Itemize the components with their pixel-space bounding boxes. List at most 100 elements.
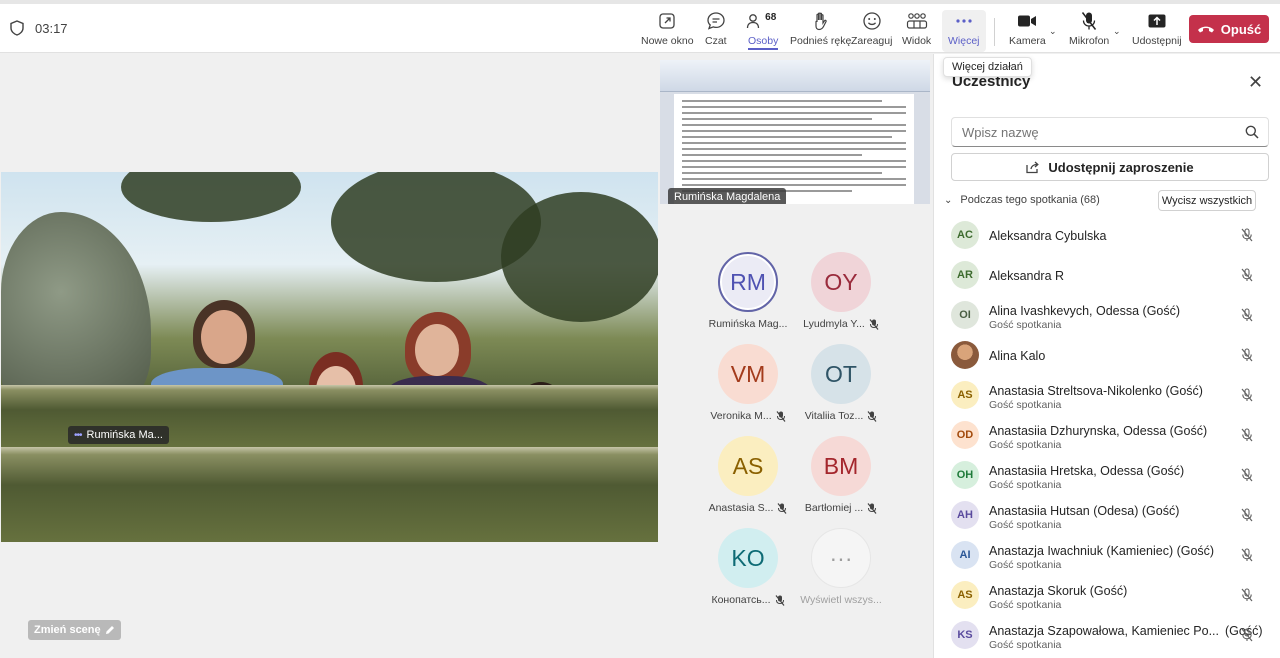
participant-role: Gość spotkania: [989, 559, 1062, 571]
microphone-off-icon: [869, 318, 879, 330]
participant-row[interactable]: Alina Kalo: [951, 336, 1271, 376]
toolbar-divider: [994, 18, 995, 46]
raise-hand-icon: [815, 12, 827, 31]
microphone-off-icon[interactable]: [1240, 508, 1254, 522]
participant-row[interactable]: OH Anastasiia Hretska, Odessa (Gość) Gość …: [951, 456, 1271, 496]
participant-tile[interactable]: OT Vitaliia Toz...: [801, 344, 881, 422]
participant-row[interactable]: AI Anastazja Iwachniuk (Kamieniec) (Gość)…: [951, 536, 1271, 576]
search-icon[interactable]: [1245, 125, 1259, 139]
avatar: OY: [811, 252, 871, 312]
microphone-off-icon[interactable]: [1240, 628, 1254, 642]
microphone-off-icon[interactable]: [1240, 468, 1254, 482]
camera-options-chevron-icon[interactable]: ⌄: [1049, 26, 1057, 37]
view-button[interactable]: Widok: [902, 10, 931, 52]
camera-icon: [1018, 15, 1037, 27]
microphone-off-icon: [1082, 12, 1097, 30]
share-icon: [1148, 14, 1166, 28]
microphone-off-icon: [775, 594, 784, 606]
more-participants-icon: ···: [811, 528, 871, 588]
meeting-timer: 03:17: [35, 21, 68, 36]
meeting-toolbar: 03:17 Nowe okno Czat 68 Osoby Podnieś rę…: [0, 4, 1280, 53]
microphone-off-icon[interactable]: [1240, 348, 1254, 362]
participant-row[interactable]: AS Anastasia Streltsova-Nikolenko (Gość) G…: [951, 376, 1271, 416]
microphone-off-icon[interactable]: [1240, 388, 1254, 402]
microphone-off-icon[interactable]: [1240, 268, 1254, 282]
share-button[interactable]: Udostępnij: [1132, 10, 1182, 52]
participant-row[interactable]: AS Anastazja Skoruk (Gość) Gość spotkania: [951, 576, 1271, 616]
participant-name: Aleksandra Cybulska: [989, 229, 1107, 243]
participant-name: Anastasiia Hretska, Odessa (Gość): [989, 464, 1185, 478]
new-window-button[interactable]: Nowe okno: [641, 10, 694, 52]
microphone-off-icon: [776, 410, 786, 422]
participant-row[interactable]: AR Aleksandra R: [951, 256, 1271, 296]
screen-share-name-label: Rumińska Magdalena: [668, 188, 787, 204]
more-button[interactable]: Więcej: [942, 10, 986, 52]
participant-row[interactable]: KS Anastazja Szapowałowa, Kamieniec Po...…: [951, 616, 1271, 656]
avatar: AC: [951, 221, 979, 249]
participant-tile[interactable]: AS Anastasia S...: [708, 436, 788, 514]
microphone-off-icon: [867, 410, 877, 422]
more-icon: [956, 19, 972, 23]
change-scene-button[interactable]: Zmień scenę: [28, 620, 121, 640]
participant-row[interactable]: AH Anastasiia Hutsan (Odesa) (Gość) Gość s…: [951, 496, 1271, 536]
people-button[interactable]: 68 Osoby: [747, 10, 779, 52]
background-tree: [121, 172, 301, 222]
leave-button[interactable]: Opuść: [1189, 15, 1269, 43]
participant-role: Gość spotkania: [989, 519, 1062, 531]
mute-all-button[interactable]: Wycisz wszystkich: [1158, 190, 1256, 211]
screen-share-preview[interactable]: Rumińska Magdalena: [660, 60, 930, 204]
participant-role: Gość spotkania: [989, 599, 1062, 611]
avatar: AS: [951, 581, 979, 609]
participant-name: Alina Ivashkevych, Odessa (Gość): [989, 304, 1181, 318]
people-icon: [747, 14, 760, 29]
view-icon: [906, 13, 927, 29]
avatar: OI: [951, 301, 979, 329]
react-button[interactable]: Zareaguj: [851, 10, 892, 52]
participant-search-input[interactable]: [951, 117, 1269, 147]
avatar: AR: [951, 261, 979, 289]
main-video-feed[interactable]: ••• Rumińska Ma...: [1, 172, 658, 542]
meeting-section-header[interactable]: ⌄ Podczas tego spotkania (68): [944, 194, 1100, 206]
participant-tile[interactable]: BM Bartłomiej ...: [801, 436, 881, 514]
background-rock: [1, 212, 151, 412]
microphone-button[interactable]: Mikrofon: [1069, 10, 1109, 52]
avatar: AS: [951, 381, 979, 409]
avatar: OT: [811, 344, 871, 404]
microphone-options-chevron-icon[interactable]: ⌄: [1113, 26, 1121, 37]
participant-tile[interactable]: KO Конопатсь...: [708, 528, 788, 606]
chevron-down-icon: ⌄: [944, 194, 953, 206]
participant-name: Anastazja Skoruk (Gość): [989, 584, 1128, 598]
microphone-off-icon[interactable]: [1240, 548, 1254, 562]
view-all-participants-tile[interactable]: ··· Wyświetl wszys...: [800, 528, 882, 606]
participant-tile[interactable]: VM Veronika M...: [708, 344, 788, 422]
avatar: AS: [718, 436, 778, 496]
new-window-icon: [659, 13, 675, 29]
close-icon[interactable]: ✕: [1248, 72, 1263, 93]
hang-up-icon: [1197, 26, 1214, 33]
participant-row[interactable]: OD Anastasiia Dzhurynska, Odessa (Gość) Go…: [951, 416, 1271, 456]
participant-tile[interactable]: RM Rumińska Mag...: [708, 252, 788, 330]
microphone-off-icon[interactable]: [1240, 228, 1254, 242]
participant-role: Gość spotkania: [989, 399, 1062, 411]
microphone-off-icon: [867, 502, 877, 514]
avatar: AI: [951, 541, 979, 569]
avatar: OH: [951, 461, 979, 489]
react-icon: [863, 12, 881, 30]
raise-hand-button[interactable]: Podnieś rękę: [790, 10, 851, 52]
camera-button[interactable]: Kamera: [1009, 10, 1046, 52]
participant-role: Gość spotkania: [989, 479, 1062, 491]
shield-icon: [10, 20, 24, 36]
speaking-indicator-icon: •••: [74, 429, 82, 441]
participant-row[interactable]: AC Aleksandra Cybulska: [951, 216, 1271, 256]
chat-button[interactable]: Czat: [705, 10, 727, 52]
microphone-off-icon[interactable]: [1240, 428, 1254, 442]
share-invite-button[interactable]: Udostępnij zaproszenie: [951, 153, 1269, 181]
avatar: KS: [951, 621, 979, 649]
shared-document-ribbon: [660, 60, 930, 92]
participant-row[interactable]: OI Alina Ivashkevych, Odessa (Gość) Gość s…: [951, 296, 1271, 336]
microphone-off-icon[interactable]: [1240, 588, 1254, 602]
participant-tile[interactable]: OY Lyudmyla Y...: [801, 252, 881, 330]
participant-name: Alina Kalo: [989, 349, 1046, 363]
main-video-name-label: ••• Rumińska Ma...: [68, 426, 169, 444]
microphone-off-icon[interactable]: [1240, 308, 1254, 322]
